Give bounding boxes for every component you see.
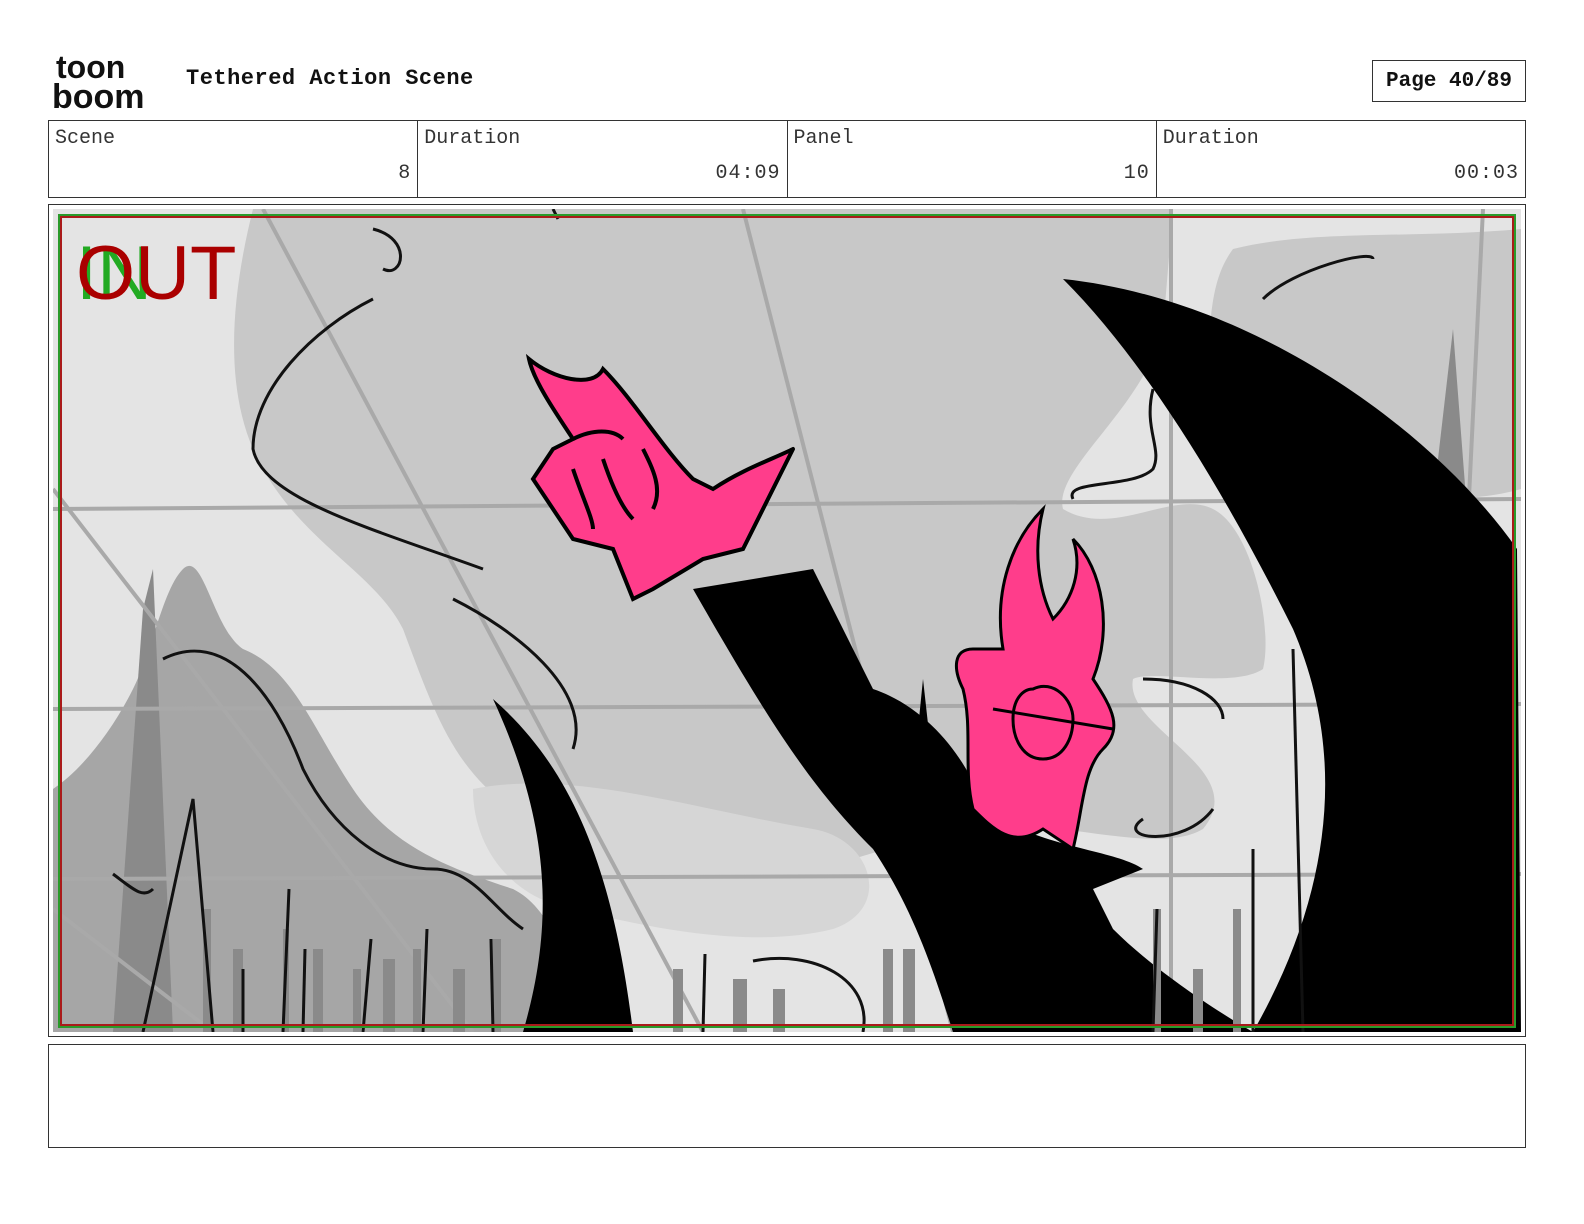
logo-text-bottom: boom — [52, 78, 145, 112]
page-number: Page 40/89 — [1372, 60, 1526, 102]
panel-info-row: Scene 8 Duration 04:09 Panel 10 Duration… — [48, 120, 1526, 198]
scene-label: Scene — [55, 127, 116, 150]
panel-cell: Panel 10 — [788, 121, 1157, 197]
scene-duration-label: Duration — [424, 127, 521, 150]
scene-duration-cell: Duration 04:09 — [418, 121, 788, 197]
scene-cell: Scene 8 — [49, 121, 419, 197]
scene-duration-value: 04:09 — [715, 162, 781, 185]
toon-boom-logo: toon boom — [52, 50, 145, 112]
panel-value: 10 — [1123, 162, 1150, 185]
in-out-marker: IN OUT — [76, 234, 276, 314]
storyboard-title: Tethered Action Scene — [186, 66, 474, 91]
panel-duration-cell: Duration 00:03 — [1157, 121, 1525, 197]
out-marker: OUT — [76, 231, 237, 316]
panel-label: Panel — [793, 127, 854, 150]
character-face — [1011, 684, 1075, 761]
storyboard-sketch — [53, 209, 1521, 1032]
panel-image-frame — [48, 204, 1526, 1037]
scene-value: 8 — [398, 162, 412, 185]
panel-duration-value: 00:03 — [1453, 162, 1519, 185]
panel-notes[interactable] — [48, 1044, 1526, 1148]
panel-duration-label: Duration — [1162, 127, 1259, 150]
